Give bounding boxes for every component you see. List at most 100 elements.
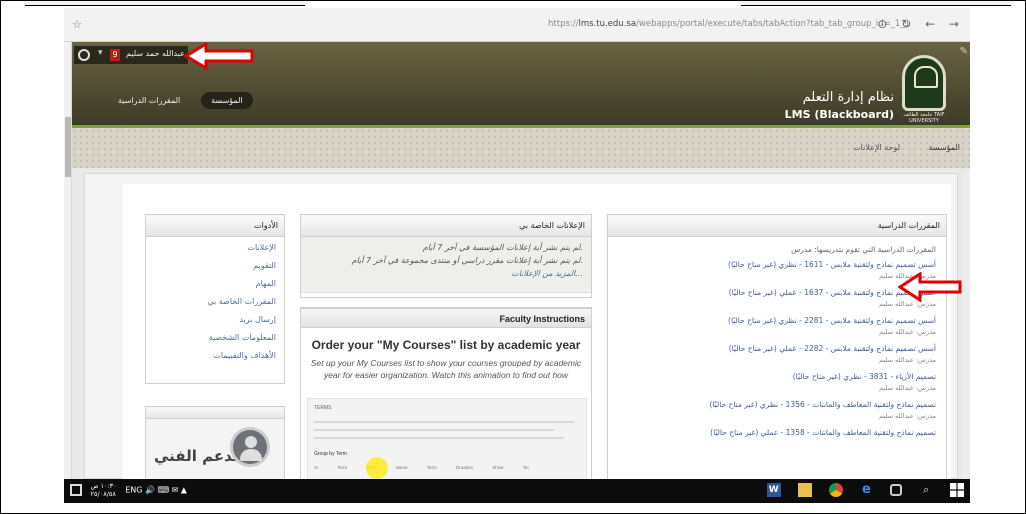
tool-announcements[interactable]: الإعلانات [146, 243, 276, 252]
frame-strip-right [741, 1, 1011, 6]
course-item: تصميم الأزياء - 3831 - نظري (غير متاح حا… [608, 372, 946, 392]
courses-title: المقررات الدراسية [608, 215, 946, 237]
browser-nav-icons[interactable]: ⊙ ↻ ← → [877, 17, 964, 31]
clock-date: ٢٥/٠٨/٥٨ [90, 490, 116, 498]
course-link[interactable]: تصميم الأزياء - 3831 - نظري (غير متاح حا… [608, 372, 936, 381]
faculty-title: Order your "My Courses" list by academic… [311, 338, 581, 352]
user-toolbar: ▾ 9 عبدالله حمد سليم [74, 46, 188, 64]
faculty-module: Faculty Instructions Order your "My Cour… [300, 307, 592, 488]
left-scrollbar[interactable] [64, 42, 72, 479]
bookmark-star-icon[interactable]: ☆ [72, 18, 82, 31]
tool-personal-info[interactable]: المعلومات الشخصية [146, 333, 276, 342]
course-link[interactable]: أسس تصميم نماذج ولتقنية ملابس - 2281 - ن… [608, 316, 936, 325]
url-field[interactable]: https://lms.tu.edu.sa/webapps/portal/exe… [548, 19, 910, 29]
course-link[interactable]: تصميم نماذج ولتقنية المعاطف والمانتات - … [608, 400, 936, 409]
tools-list: الإعلانات التقويم المهام المقررات الخاصة… [146, 237, 284, 360]
screen: ☆ https://lms.tu.edu.sa/webapps/portal/e… [64, 8, 970, 503]
tool-send-email[interactable]: إرسال بريد [146, 315, 276, 324]
support-person-icon[interactable] [230, 427, 270, 467]
course-instructor: مدرس: عبدالله سليم [879, 384, 936, 392]
power-icon[interactable] [78, 49, 90, 61]
portal-modules: الأدوات الإعلانات التقويم المهام المقررا… [123, 184, 951, 489]
tool-calendar[interactable]: التقويم [146, 261, 276, 270]
course-item: أسس تصميم نماذج ولتقنية ملابس - 2281 - ن… [608, 316, 946, 336]
courses-intro: المقررات الدراسية التي تقوم بتدريسها: مد… [791, 245, 936, 254]
announcement-line-1: لم يتم نشر أية إعلانات المؤسسة في آخر 7 … [422, 243, 583, 252]
support-module-bar [146, 407, 284, 419]
announcement-line-2: لم يتم نشر أية إعلانات مقرر دراسي أو منت… [351, 256, 583, 265]
university-logo [902, 55, 946, 111]
announcements-title: الإعلانات الخاصة بي [301, 215, 591, 237]
url-path: /webapps/portal/execute/tabs/tabAction?t… [636, 19, 910, 29]
tab-institution[interactable]: المؤسسة [201, 92, 253, 109]
user-name[interactable]: عبدالله حمد سليم [126, 49, 185, 58]
content-area: الأدوات الإعلانات التقويم المهام المقررا… [84, 173, 958, 489]
notification-center-icon[interactable] [70, 484, 82, 496]
courses-module: المقررات الدراسية المقررات الدراسية التي… [607, 214, 947, 489]
more-announcements-link[interactable]: المزيد من الإعلانات... [511, 269, 583, 278]
announcements-box: لم يتم نشر أية إعلانات المؤسسة في آخر 7 … [301, 237, 591, 293]
course-link[interactable]: أسس تصميم نماذج ولتقنية ملابس - 1611 - ن… [608, 260, 936, 269]
course-instructor: مدرس: عبدالله سليم [879, 328, 936, 336]
chrome-icon[interactable] [828, 483, 843, 497]
tools-module: الأدوات الإعلانات التقويم المهام المقررا… [145, 214, 285, 384]
tray-icons[interactable]: ENG 🔊 ⌨ ✉ ▲ [125, 486, 187, 495]
word-icon[interactable]: W [766, 483, 781, 497]
clock-time: ١٠:٣٠ ص [90, 482, 117, 490]
video-text-line [314, 421, 574, 423]
tool-goals[interactable]: الأهداف والتقييمات [146, 351, 276, 360]
header-tabs: المقررات الدراسية المؤسسة [108, 92, 261, 109]
lms-title-arabic: نظام إدارة التعلم [802, 90, 894, 105]
course-link[interactable]: أسس تصميم نماذج ولتقنية ملابس - 2282 - ع… [608, 344, 936, 353]
url-prefix: https:// [548, 19, 579, 29]
url-host: lms.tu.edu.sa [578, 19, 637, 29]
tab-courses[interactable]: المقررات الدراسية [108, 92, 190, 109]
annotation-arrow-course-icon [898, 272, 962, 302]
system-tray: ١٠:٣٠ ص ٢٥/٠٨/٥٨ ENG 🔊 ⌨ ✉ ▲ [70, 482, 187, 498]
course-item: تصميم نماذج ولتقنية المعاطف والمانتات - … [608, 428, 946, 437]
windows-start-icon[interactable] [950, 483, 964, 497]
task-view-icon[interactable] [890, 484, 903, 496]
scrollbar-thumb[interactable] [65, 117, 71, 177]
course-item: أسس تصميم نماذج ولتقنية ملابس - 1637 - ع… [608, 288, 946, 308]
video-checkbox: Group by Term [314, 451, 347, 457]
lms-header: ▾ 9 عبدالله حمد سليم المقررات الدراسية ا… [72, 42, 970, 125]
course-item: أسس تصميم نماذج ولتقنية ملابس - 2282 - ع… [608, 344, 946, 364]
frame-strip-left [25, 1, 305, 6]
video-text-line [314, 437, 564, 439]
video-columns: % Term Term Name Term Duration Show Ter [314, 465, 529, 470]
edge-icon[interactable]: e [859, 483, 873, 497]
faculty-header: Faculty Instructions [301, 308, 591, 328]
faculty-subtitle: Set up your My Courses list to show your… [310, 358, 582, 380]
course-instructor: مدرس: عبدالله سليم [879, 412, 936, 420]
course-item: أسس تصميم نماذج ولتقنية ملابس - 1611 - ن… [608, 260, 946, 280]
clock[interactable]: ١٠:٣٠ ص ٢٥/٠٨/٥٨ [91, 482, 117, 498]
search-icon[interactable]: ⌕ [919, 483, 933, 497]
tool-tasks[interactable]: المهام [146, 279, 276, 288]
tools-title: الأدوات [146, 215, 284, 237]
lms-title-english: LMS (Blackboard) [784, 108, 894, 121]
course-instructor: مدرس: عبدالله سليم [879, 356, 936, 364]
chevron-down-icon[interactable]: ▾ [98, 48, 103, 58]
breadcrumb-home[interactable]: المؤسسة [928, 143, 960, 152]
breadcrumb-current: لوحة الإعلانات [853, 143, 900, 152]
course-link[interactable]: أسس تصميم نماذج ولتقنية ملابس - 1637 - ع… [608, 288, 936, 297]
taskbar-apps: W e ⌕ [753, 483, 964, 497]
course-instructor: مدرس: عبدالله سليم [879, 272, 936, 280]
notification-badge[interactable]: 9 [110, 49, 120, 61]
annotation-arrow-left-icon [184, 42, 254, 70]
browser-address-bar: ☆ https://lms.tu.edu.sa/webapps/portal/e… [64, 8, 970, 42]
course-item: تصميم نماذج ولتقنية المعاطف والمانتات - … [608, 400, 946, 420]
animation-video[interactable]: TERMS Group by Term % Term Term Name Ter… [307, 398, 587, 488]
course-link[interactable]: تصميم نماذج ولتقنية المعاطف والمانتات - … [608, 428, 936, 437]
file-explorer-icon[interactable] [797, 483, 812, 497]
tool-my-courses[interactable]: المقررات الخاصة بي [146, 297, 276, 306]
right-scrollbar[interactable] [962, 173, 970, 479]
logo-text: جامعة الطائف TAIF UNIVERSITY [903, 112, 945, 124]
edit-icon[interactable]: ✎ [960, 46, 968, 57]
video-text-line [314, 429, 554, 431]
breadcrumb: المؤسسة لوحة الإعلانات [72, 128, 970, 168]
support-module: الدعم الفني [145, 406, 285, 486]
announcements-module: الإعلانات الخاصة بي لم يتم نشر أية إعلان… [300, 214, 592, 298]
windows-taskbar: ١٠:٣٠ ص ٢٥/٠٨/٥٨ ENG 🔊 ⌨ ✉ ▲ W e ⌕ [64, 479, 970, 503]
